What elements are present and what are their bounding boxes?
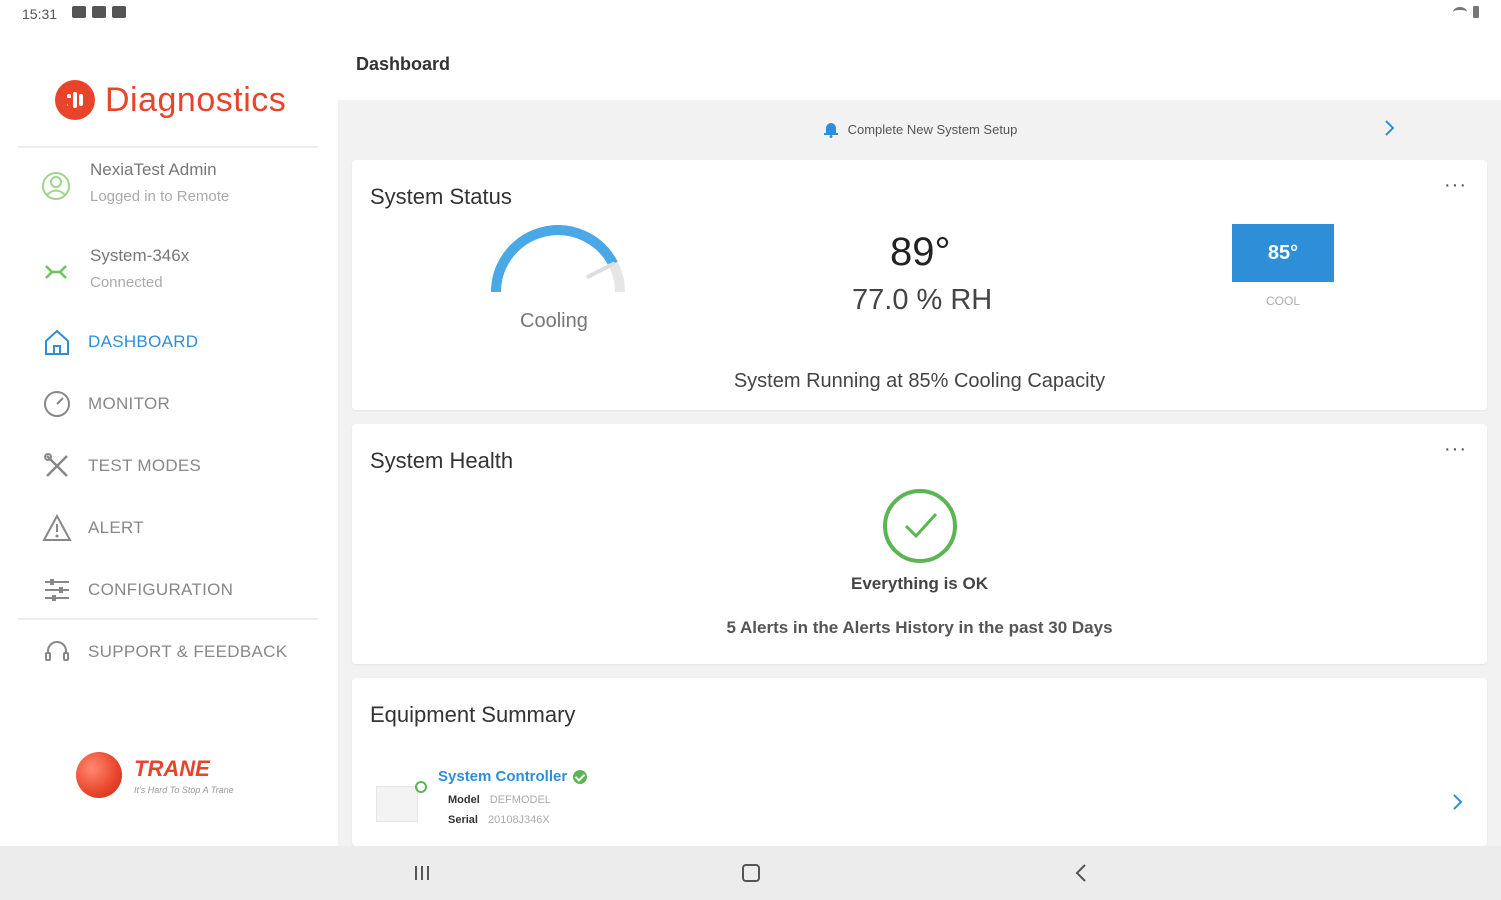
running-status: System Running at 85% Cooling Capacity <box>733 370 1106 392</box>
notification-icon <box>112 6 126 18</box>
gauge-fill <box>491 225 618 293</box>
nav-test-modes[interactable]: TEST MODES <box>40 446 320 486</box>
gauge-track <box>491 225 625 293</box>
nav-support[interactable]: SUPPORT & FEEDBACK <box>40 632 320 672</box>
model-label: Model <box>448 794 480 806</box>
more-options-button[interactable]: ··· <box>1444 174 1467 197</box>
account-system[interactable]: System-346x Connected <box>40 246 189 294</box>
equipment-name: System Controller <box>438 768 568 785</box>
chevron-right-icon[interactable] <box>1451 792 1465 812</box>
nav-label: TEST MODES <box>88 456 202 475</box>
trane-name: TRANE <box>134 755 210 781</box>
nav-alert[interactable]: ALERT <box>40 508 320 548</box>
account-user[interactable]: NexiaTest Admin Logged in to Remote Diag… <box>40 160 260 208</box>
header: Dashboard <box>338 30 1501 100</box>
trane-logo-icon <box>76 752 122 798</box>
home-icon <box>40 325 74 359</box>
page-title: Dashboard <box>356 54 451 74</box>
system-navigation-bar <box>0 846 1501 900</box>
more-options-button[interactable]: ··· <box>1444 438 1467 461</box>
app-brand: Diagnostics <box>55 80 286 120</box>
equipment-thumbnail <box>376 781 427 822</box>
recent-apps-icon[interactable] <box>412 862 432 884</box>
check-circle-icon <box>883 489 957 563</box>
diagnostics-logo-icon <box>55 80 95 120</box>
equipment-serial: Serial 20108J346X <box>448 814 550 826</box>
user-name: NexiaTest Admin <box>90 160 217 179</box>
nav-monitor[interactable]: MONITOR <box>40 384 320 424</box>
serial-value: 20108J346X <box>487 814 550 826</box>
brand-name: Diagnostics <box>105 80 287 119</box>
indoor-humidity: 77.0 % RH <box>852 284 993 316</box>
chevron-right-icon[interactable] <box>1383 118 1397 138</box>
gauge-needle <box>586 261 616 279</box>
equipment-summary-card: Equipment Summary System Controller Mode… <box>352 678 1487 846</box>
system-health-card: System Health ··· Everything is OK 5 Ale… <box>352 424 1487 664</box>
setup-banner[interactable]: Complete New System Setup <box>338 100 1501 158</box>
sidebar: Diagnostics NexiaTest Admin Logged in to… <box>0 30 338 846</box>
main-content: Complete New System Setup System Status … <box>338 100 1501 846</box>
equipment-item[interactable]: System Controller <box>438 768 588 785</box>
gauge-icon <box>40 387 74 421</box>
wifi-icon <box>1453 7 1467 17</box>
alerts-summary: 5 Alerts in the Alerts History in the pa… <box>726 618 1113 637</box>
connection-icon <box>45 265 67 279</box>
serial-label: Serial <box>448 814 478 826</box>
nav-label: DASHBOARD <box>88 332 199 351</box>
user-icon <box>42 172 70 200</box>
user-status: Logged in to Remote Diagnostics <box>90 188 230 205</box>
nav-label: SUPPORT & FEEDBACK <box>88 642 288 661</box>
home-button-icon[interactable] <box>740 862 762 884</box>
trane-logo: TRANE It's Hard To Stop A Trane <box>76 752 234 798</box>
notification-icons <box>72 6 126 18</box>
warning-icon <box>40 511 74 545</box>
nav-label: CONFIGURATION <box>88 580 234 599</box>
capacity-gauge <box>491 225 625 293</box>
system-status: Connected <box>90 274 163 291</box>
mode-label: Cooling <box>520 310 588 332</box>
setpoint-mode: COOL <box>1265 294 1300 308</box>
status-bar: 15:31 <box>0 0 1501 30</box>
health-state: Everything is OK <box>851 574 988 593</box>
card-title: Equipment Summary <box>370 702 576 727</box>
nav-label: ALERT <box>88 518 144 537</box>
sliders-icon <box>40 573 74 607</box>
back-icon[interactable] <box>1072 862 1090 884</box>
battery-icon <box>1473 6 1479 18</box>
nav-configuration[interactable]: CONFIGURATION <box>40 570 320 610</box>
bell-icon <box>823 123 838 138</box>
card-title: System Status <box>370 184 512 209</box>
nav-dashboard[interactable]: DASHBOARD <box>40 322 320 362</box>
notification-icon <box>92 6 106 18</box>
system-name: System-346x <box>90 246 190 265</box>
equipment-model: Model DEFMODEL <box>448 794 551 806</box>
card-title: System Health <box>370 448 514 473</box>
indoor-temperature: 89° <box>890 230 951 274</box>
nav-label: MONITOR <box>88 394 171 413</box>
divider <box>18 146 318 148</box>
verified-icon <box>573 769 588 784</box>
system-icons <box>1453 6 1479 18</box>
setpoint-button[interactable]: 85° <box>1232 224 1334 282</box>
trane-tagline: It's Hard To Stop A Trane <box>134 784 234 795</box>
model-value: DEFMODEL <box>489 794 551 806</box>
system-status-card: System Status ··· Cooling 89° 77.0 % RH … <box>352 160 1487 410</box>
headset-icon <box>40 635 74 669</box>
setup-label: Complete New System Setup <box>847 121 1018 137</box>
divider <box>18 618 318 620</box>
notification-icon <box>72 6 86 18</box>
status-time: 15:31 <box>22 6 58 22</box>
tools-icon <box>40 449 74 483</box>
